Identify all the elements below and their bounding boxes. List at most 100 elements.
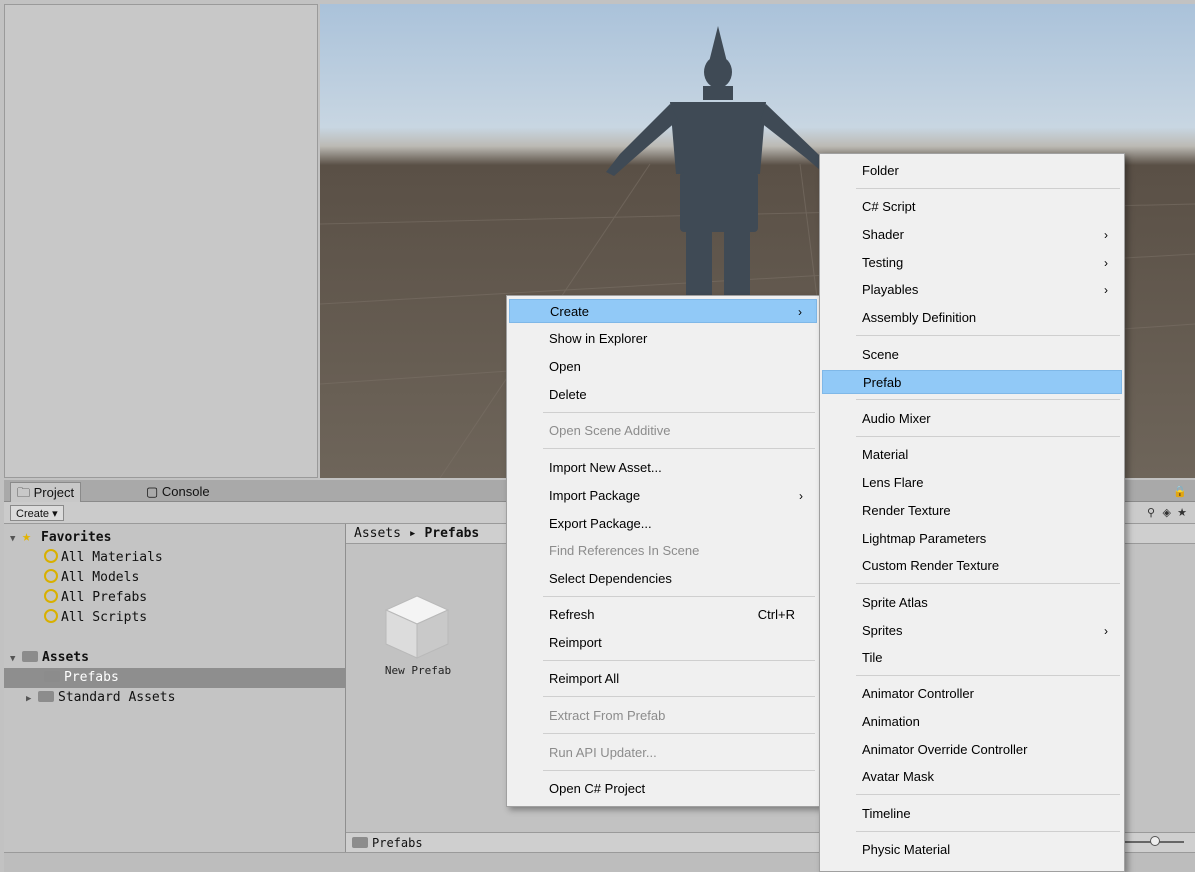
submenu-arrow-icon: › xyxy=(798,305,802,319)
menu-item-label: Import Package xyxy=(549,488,641,503)
asset-item-label: New Prefab xyxy=(384,664,452,677)
submenu-item-timeline[interactable]: Timeline xyxy=(822,802,1122,826)
submenu-arrow-icon: › xyxy=(799,489,803,503)
project-tree: ▼ ★ Favorites All Materials All Models All… xyxy=(4,524,346,852)
menu-item-reimport[interactable]: Reimport xyxy=(509,631,817,655)
submenu-arrow-icon: › xyxy=(1104,624,1108,638)
submenu-item-scene[interactable]: Scene xyxy=(822,343,1122,367)
favorite-label: All Prefabs xyxy=(61,590,148,605)
tree-favorites[interactable]: ▼ ★ Favorites xyxy=(10,528,352,548)
menu-item-open-csharp-project[interactable]: Open C# Project xyxy=(509,777,817,801)
submenu-item-testing[interactable]: Testing › xyxy=(822,251,1122,275)
folder-icon xyxy=(352,837,368,848)
menu-item-delete[interactable]: Delete xyxy=(509,383,817,407)
folder-icon xyxy=(44,671,60,682)
breadcrumb-current[interactable]: Prefabs xyxy=(424,526,479,541)
asset-item-new-prefab[interactable]: New Prefab xyxy=(356,564,460,677)
menu-separator xyxy=(543,596,815,597)
menu-item-label: Animation xyxy=(862,714,920,729)
lock-icon[interactable]: 🔒 xyxy=(1173,485,1187,498)
menu-item-label: Show in Explorer xyxy=(549,331,648,346)
menu-separator xyxy=(543,696,815,697)
search-icon xyxy=(44,549,58,563)
submenu-item-tile[interactable]: Tile xyxy=(822,646,1122,670)
menu-item-open-scene-additive[interactable]: Open Scene Additive xyxy=(509,419,817,443)
submenu-item-avatar-mask[interactable]: Avatar Mask xyxy=(822,765,1122,789)
tree-item-all-scripts[interactable]: All Scripts xyxy=(44,608,386,628)
tree-assets[interactable]: ▼ Assets xyxy=(10,648,352,668)
fold-down-icon[interactable]: ▼ xyxy=(10,649,22,669)
menu-item-export-package[interactable]: Export Package... xyxy=(509,512,817,536)
favorite-label: All Models xyxy=(61,570,140,585)
tree-item-all-materials[interactable]: All Materials xyxy=(44,548,386,568)
menu-item-label: Select Dependencies xyxy=(549,571,672,586)
submenu-item-prefab[interactable]: Prefab xyxy=(822,370,1122,394)
fold-down-icon[interactable]: ▼ xyxy=(10,529,22,549)
context-menu: Create › Show in Explorer Open Delete Ope… xyxy=(506,295,820,807)
menu-item-open[interactable]: Open xyxy=(509,355,817,379)
submenu-item-audio-mixer[interactable]: Audio Mixer xyxy=(822,407,1122,431)
menu-separator xyxy=(856,399,1120,400)
menu-item-import-new-asset[interactable]: Import New Asset... xyxy=(509,456,817,480)
character-model[interactable] xyxy=(606,26,828,300)
submenu-item-animation[interactable]: Animation xyxy=(822,710,1122,734)
submenu-item-playables[interactable]: Playables › xyxy=(822,278,1122,302)
tree-item-all-models[interactable]: All Models xyxy=(44,568,386,588)
menu-item-show-in-explorer[interactable]: Show in Explorer xyxy=(509,327,817,351)
tree-item-all-prefabs[interactable]: All Prefabs xyxy=(44,588,386,608)
filter-type-icon[interactable]: ⚲ xyxy=(1147,506,1155,519)
submenu-item-folder[interactable]: Folder xyxy=(822,159,1122,183)
submenu-item-csharp-script[interactable]: C# Script xyxy=(822,195,1122,219)
menu-item-run-api-updater[interactable]: Run API Updater... xyxy=(509,741,817,765)
menu-item-label: Animator Controller xyxy=(862,686,974,701)
menu-separator xyxy=(856,188,1120,189)
tree-item-prefabs[interactable]: Prefabs xyxy=(4,668,346,688)
folder-icon xyxy=(22,651,38,662)
menu-separator xyxy=(543,733,815,734)
zoom-slider[interactable] xyxy=(1124,836,1184,846)
menu-item-label: Assembly Definition xyxy=(862,310,977,325)
breadcrumb-root[interactable]: Assets xyxy=(354,526,401,541)
submenu-item-lens-flare[interactable]: Lens Flare xyxy=(822,471,1122,495)
submenu-item-sprite-atlas[interactable]: Sprite Atlas xyxy=(822,591,1122,615)
folder-icon: 🗀 xyxy=(17,485,31,500)
menu-item-label: Custom Render Texture xyxy=(862,558,1000,573)
menu-item-label: Reimport All xyxy=(549,671,620,686)
menu-separator xyxy=(543,412,815,413)
submenu-item-assembly-definition[interactable]: Assembly Definition xyxy=(822,306,1122,330)
menu-item-import-package[interactable]: Import Package › xyxy=(509,484,817,508)
menu-item-label: Refresh xyxy=(549,607,595,622)
menu-item-label: Animator Override Controller xyxy=(862,742,1028,757)
menu-item-find-references[interactable]: Find References In Scene xyxy=(509,539,817,563)
menu-item-label: Export Package... xyxy=(549,516,652,531)
submenu-item-custom-render-texture[interactable]: Custom Render Texture xyxy=(822,554,1122,578)
submenu-item-physic-material[interactable]: Physic Material xyxy=(822,838,1122,862)
menu-item-create[interactable]: Create › xyxy=(509,299,817,323)
filter-label-icon[interactable]: ◈ xyxy=(1163,506,1171,519)
submenu-item-material[interactable]: Material xyxy=(822,443,1122,467)
menu-item-label: Open xyxy=(549,359,581,374)
menu-item-label: Delete xyxy=(549,387,587,402)
favorites-label: Favorites xyxy=(41,530,112,545)
menu-item-select-dependencies[interactable]: Select Dependencies xyxy=(509,567,817,591)
fold-right-icon[interactable]: ▶ xyxy=(26,689,38,709)
submenu-item-shader[interactable]: Shader › xyxy=(822,223,1122,247)
tab-console[interactable]: ▢ Console xyxy=(140,482,216,502)
folder-label: Prefabs xyxy=(64,670,119,685)
submenu-item-render-texture[interactable]: Render Texture xyxy=(822,499,1122,523)
menu-item-label: Run API Updater... xyxy=(549,745,657,760)
tab-project[interactable]: 🗀 Project xyxy=(10,482,82,502)
submenu-item-lightmap-parameters[interactable]: Lightmap Parameters xyxy=(822,527,1122,551)
menu-item-extract-from-prefab[interactable]: Extract From Prefab xyxy=(509,704,817,728)
menu-item-refresh[interactable]: Refresh Ctrl+R xyxy=(509,603,817,627)
create-dropdown-button[interactable]: Create ▾ xyxy=(10,505,64,521)
zoom-slider-thumb[interactable] xyxy=(1150,836,1160,846)
menu-item-label: Lens Flare xyxy=(862,475,924,490)
submenu-item-sprites[interactable]: Sprites › xyxy=(822,619,1122,643)
submenu-arrow-icon: › xyxy=(1104,228,1108,242)
tree-item-standard-assets[interactable]: ▶ Standard Assets xyxy=(26,688,368,708)
favorite-star-icon[interactable]: ★ xyxy=(1177,506,1187,519)
submenu-item-animator-override-controller[interactable]: Animator Override Controller xyxy=(822,738,1122,762)
submenu-item-animator-controller[interactable]: Animator Controller xyxy=(822,682,1122,706)
menu-item-reimport-all[interactable]: Reimport All xyxy=(509,667,817,691)
